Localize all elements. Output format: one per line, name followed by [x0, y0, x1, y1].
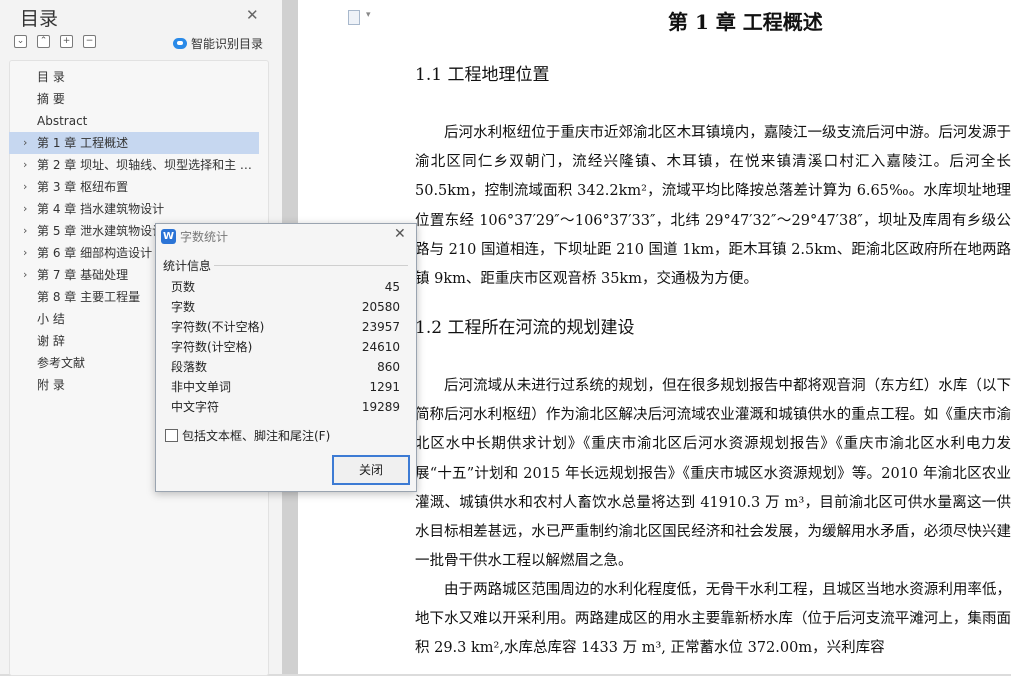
- divider: [214, 265, 408, 266]
- paragraph-1: 后河水利枢纽位于重庆市近郊渝北区木耳镇境内，嘉陵江一级支流后河中游。后河发源于渝…: [415, 125, 1011, 288]
- toc-item-label: 摘 要: [37, 92, 65, 106]
- wps-app-icon: W: [161, 229, 176, 244]
- toc-item-label: Abstract: [37, 114, 88, 128]
- section-heading-1-2: 1.2 工程所在河流的规划建设: [415, 318, 635, 338]
- toc-item[interactable]: Abstract: [9, 110, 259, 132]
- word-count-dialog: W 字数统计 ✕ 统计信息 页数 45 字数 20580 字符数(不计空格) 23957 字…: [155, 223, 417, 492]
- stat-row: 字符数(不计空格) 23957: [171, 317, 400, 337]
- stats-group-label: 统计信息: [163, 259, 212, 273]
- expand-all-icon[interactable]: ⌃: [37, 35, 50, 48]
- stat-value: 1291: [369, 380, 400, 394]
- remove-icon[interactable]: −: [83, 35, 96, 48]
- chevron-right-icon[interactable]: ›: [23, 154, 27, 176]
- toc-item-label: 第 2 章 坝址、坝轴线、坝型选择和主 …: [37, 158, 252, 172]
- chevron-right-icon[interactable]: ›: [23, 176, 27, 198]
- dialog-title: 字数统计: [180, 230, 229, 244]
- toc-item[interactable]: › 第 1 章 工程概述: [9, 132, 259, 154]
- toc-item[interactable]: 目 录: [9, 66, 259, 88]
- include-textbox-label[interactable]: 包括文本框、脚注和尾注(F): [182, 427, 330, 444]
- section-heading-1-1: 1.1 工程地理位置: [415, 65, 550, 85]
- add-icon[interactable]: +: [60, 35, 73, 48]
- toc-item-label: 第 4 章 挡水建筑物设计: [37, 202, 165, 216]
- collapse-all-icon[interactable]: ⌄: [14, 35, 27, 48]
- toc-item[interactable]: › 第 2 章 坝址、坝轴线、坝型选择和主 …: [9, 154, 259, 176]
- stat-key: 段落数: [171, 360, 208, 374]
- stat-row: 非中文单词 1291: [171, 377, 400, 397]
- stat-key: 字符数(计空格): [171, 340, 253, 354]
- chevron-down-icon[interactable]: ▾: [366, 10, 371, 20]
- stat-key: 字数: [171, 300, 196, 314]
- paragraph-2: 后河流域从未进行过系统的规划，但在很多规划报告中都将观音洞（东方红）水库（以下简…: [415, 378, 1011, 570]
- close-button[interactable]: 关闭: [332, 455, 410, 485]
- chevron-right-icon[interactable]: ›: [23, 198, 27, 220]
- chevron-right-icon[interactable]: ›: [23, 220, 27, 242]
- stat-key: 中文字符: [171, 400, 220, 414]
- close-icon[interactable]: ✕: [246, 6, 259, 24]
- stat-row: 页数 45: [171, 277, 400, 297]
- stat-key: 字符数(不计空格): [171, 320, 265, 334]
- toc-item[interactable]: 摘 要: [9, 88, 259, 110]
- toc-item[interactable]: › 第 4 章 挡水建筑物设计: [9, 198, 259, 220]
- stat-value: 19289: [361, 400, 400, 414]
- stat-value: 45: [384, 280, 400, 294]
- stat-value: 20580: [361, 300, 400, 314]
- paragraph-3: 由于两路城区范围周边的水利化程度低，无骨干水利工程，且城区当地水资源利用率低，地…: [415, 582, 1011, 657]
- chevron-right-icon[interactable]: ›: [23, 242, 27, 264]
- toc-item-label: 第 1 章 工程概述: [37, 136, 129, 150]
- smart-toc-label: 智能识别目录: [191, 37, 264, 51]
- stat-key: 非中文单词: [171, 380, 232, 394]
- stat-row: 段落数 860: [171, 357, 400, 377]
- stat-value: 23957: [361, 320, 400, 334]
- include-textbox-checkbox[interactable]: [165, 429, 178, 442]
- dialog-close-icon[interactable]: ✕: [394, 226, 406, 242]
- stat-row: 字符数(计空格) 24610: [171, 337, 400, 357]
- toc-item-label: 目 录: [37, 70, 65, 84]
- toc-item-label: 第 3 章 枢纽布置: [37, 180, 129, 194]
- toc-item[interactable]: › 第 3 章 枢纽布置: [9, 176, 259, 198]
- stat-row: 字数 20580: [171, 297, 400, 317]
- page-icon[interactable]: [348, 10, 360, 25]
- chevron-right-icon[interactable]: ›: [23, 264, 27, 286]
- stat-value: 24610: [361, 340, 400, 354]
- smart-recognition-icon: [173, 38, 187, 49]
- sidebar-toolbar: ⌄ ⌃ + −: [14, 35, 96, 48]
- chapter-title: 第 1 章 工程概述: [668, 10, 823, 34]
- stat-value: 860: [377, 360, 400, 374]
- smart-toc-button[interactable]: 智能识别目录: [173, 35, 263, 52]
- sidebar-title: 目录: [20, 8, 59, 30]
- stat-row: 中文字符 19289: [171, 397, 400, 417]
- stat-key: 页数: [171, 280, 196, 294]
- chevron-right-icon[interactable]: ›: [23, 132, 27, 154]
